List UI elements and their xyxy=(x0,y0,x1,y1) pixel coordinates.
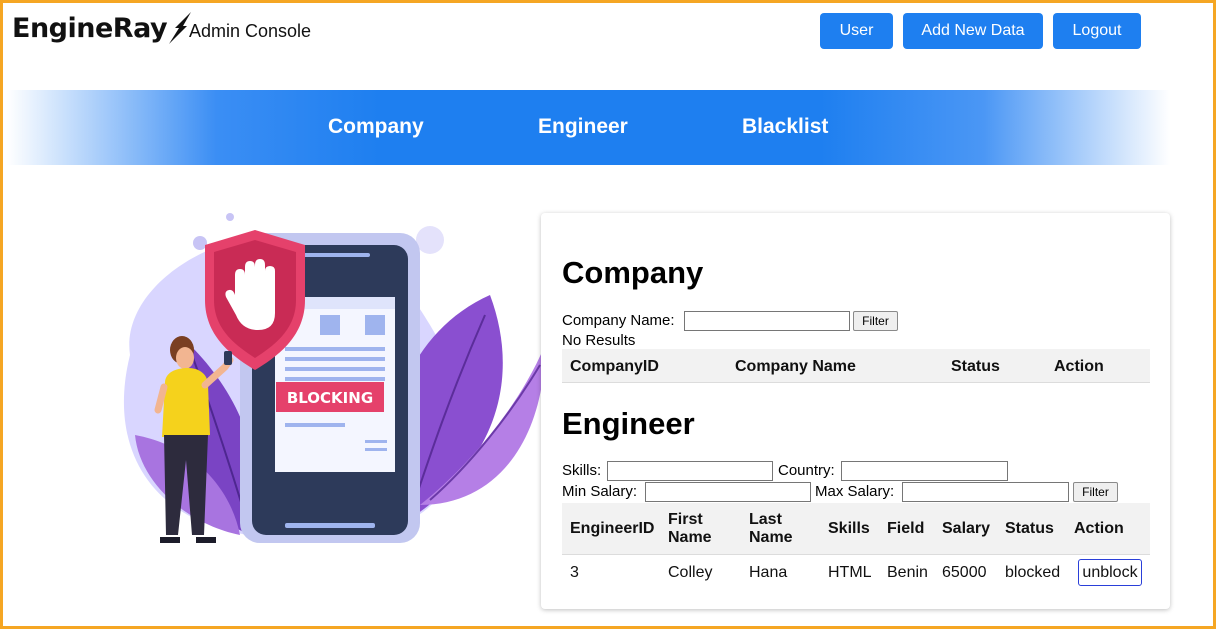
col-last-name-line1: Last xyxy=(749,511,782,528)
skills-input[interactable] xyxy=(607,461,773,481)
col-first-name: First Name xyxy=(668,511,712,547)
min-salary-label: Min Salary: xyxy=(562,483,638,500)
company-name-label: Company Name: xyxy=(562,312,675,329)
blocking-illustration: BLOCKING xyxy=(123,213,545,543)
country-input[interactable] xyxy=(841,461,1008,481)
col-last-name: Last Name xyxy=(749,511,793,547)
col-company-id: CompanyID xyxy=(570,358,659,375)
col-last-name-line2: Name xyxy=(749,529,793,546)
unblock-button[interactable]: unblock xyxy=(1078,559,1142,586)
col-company-name: Company Name xyxy=(735,358,856,375)
table-row-status: blocked xyxy=(1005,564,1061,581)
user-button[interactable]: User xyxy=(820,13,893,49)
nav-blacklist[interactable]: Blacklist xyxy=(742,115,828,139)
table-row-salary: 65000 xyxy=(942,564,987,581)
logo-text: EngineRay xyxy=(12,12,168,44)
no-results-text: No Results xyxy=(562,332,636,349)
table-row-engineer-id: 3 xyxy=(570,564,579,581)
engineer-section-title: Engineer xyxy=(562,406,695,441)
company-name-input[interactable] xyxy=(684,311,850,331)
country-label: Country: xyxy=(778,462,835,479)
col-status: Status xyxy=(1005,520,1054,537)
max-salary-label: Max Salary: xyxy=(815,483,895,500)
add-new-data-button[interactable]: Add New Data xyxy=(903,13,1043,49)
logout-button[interactable]: Logout xyxy=(1053,13,1141,49)
nav-company[interactable]: Company xyxy=(328,115,424,139)
col-company-action: Action xyxy=(1054,358,1104,375)
table-row-field: Benin xyxy=(887,564,928,581)
nav-engineer[interactable]: Engineer xyxy=(538,115,628,139)
col-skills: Skills xyxy=(828,520,870,537)
skills-label: Skills: xyxy=(562,462,602,479)
table-row-skills: HTML xyxy=(828,564,872,581)
min-salary-input[interactable] xyxy=(645,482,811,502)
col-engineer-id: EngineerID xyxy=(570,520,655,537)
col-company-status: Status xyxy=(951,358,1000,375)
col-action: Action xyxy=(1074,520,1124,537)
col-first-name-line2: Name xyxy=(668,529,712,546)
blocking-badge-text: BLOCKING xyxy=(287,389,373,407)
company-section-title: Company xyxy=(562,255,704,290)
console-title: Admin Console xyxy=(189,21,312,41)
table-row-first-name: Colley xyxy=(668,564,713,581)
company-filter-button[interactable]: Filter xyxy=(853,311,898,331)
col-first-name-line1: First xyxy=(668,511,703,528)
table-row-last-name: Hana xyxy=(749,564,788,581)
engineer-filter-button[interactable]: Filter xyxy=(1073,482,1118,502)
col-field: Field xyxy=(887,520,925,537)
max-salary-input[interactable] xyxy=(902,482,1069,502)
logo[interactable]: EngineRay xyxy=(12,8,195,48)
col-salary: Salary xyxy=(942,520,991,537)
